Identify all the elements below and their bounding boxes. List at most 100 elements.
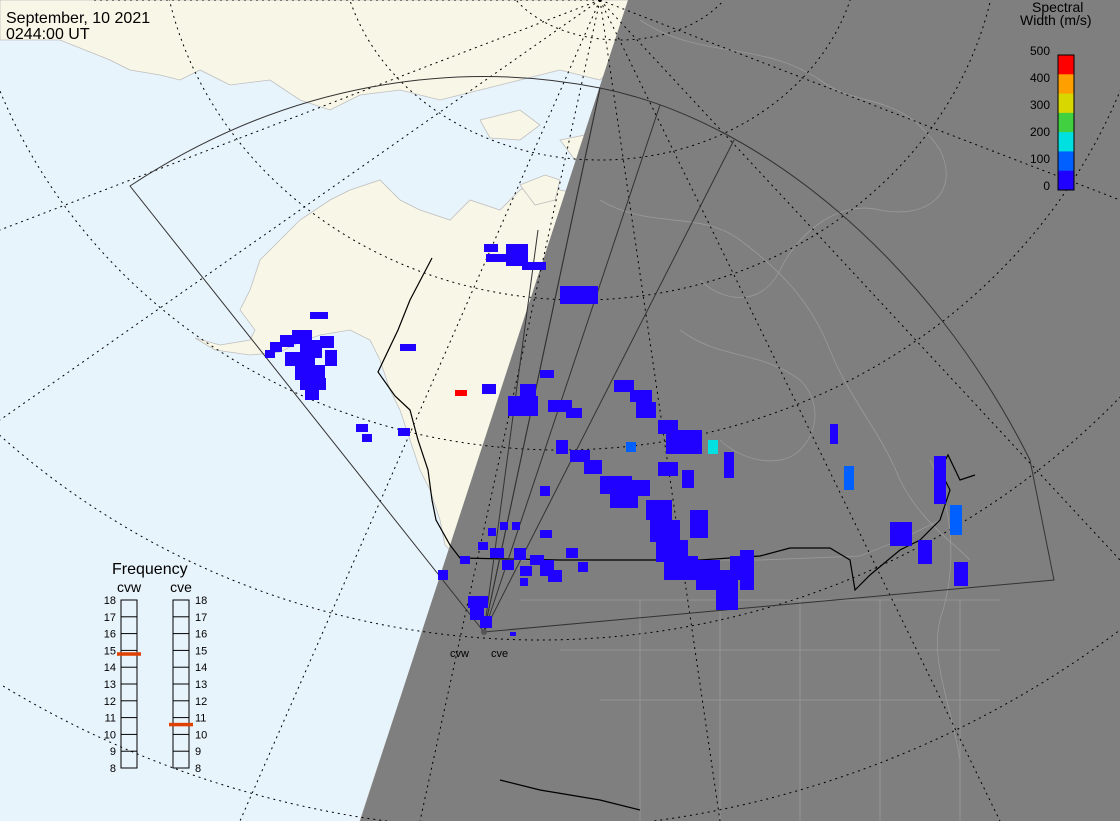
- colorbar-title-line2: Width (m/s): [1020, 12, 1092, 28]
- echo-cell: [682, 470, 694, 488]
- time-label: 0244:00 UT: [6, 26, 90, 43]
- site-label-west: cvw: [450, 648, 469, 660]
- frequency-marker: [169, 722, 193, 727]
- frequency-scale-label: 17: [195, 612, 207, 624]
- echo-cell: [480, 616, 492, 628]
- frequency-scale-label: 8: [110, 763, 116, 775]
- echo-cell: [658, 462, 678, 476]
- echo-cell: [566, 408, 582, 418]
- frequency-scale-label: 13: [195, 679, 207, 691]
- echo-cell: [830, 424, 838, 444]
- echo-cell: [490, 548, 504, 558]
- colorbar-tick-label: 500: [1030, 44, 1050, 58]
- echo-cell: [482, 384, 496, 394]
- echo-cell: [488, 528, 496, 536]
- echo-cell: [455, 390, 467, 396]
- echo-cell: [300, 378, 326, 390]
- colorbar-segment: [1058, 55, 1074, 75]
- echo-cell: [305, 390, 319, 400]
- frequency-scale-label: 13: [104, 679, 116, 691]
- echo-cell: [630, 390, 652, 402]
- echo-cell: [520, 566, 532, 576]
- colorbar-tick-label: 300: [1030, 98, 1050, 112]
- echo-cell: [510, 632, 516, 636]
- echo-cell: [512, 522, 520, 530]
- echo-cell: [560, 286, 598, 304]
- frequency-radar-label: cvw: [117, 579, 142, 595]
- frequency-scale-label: 18: [104, 595, 116, 607]
- echo-cell: [650, 520, 680, 542]
- echo-cell: [708, 440, 718, 454]
- echo-cell: [460, 556, 470, 564]
- radar-map-view: cvw cve 500 400 300 200 100 0 cvw 18 17 16 15 14 13…: [0, 0, 1120, 821]
- frequency-scale-label: 16: [104, 629, 116, 641]
- colorbar-tick-label: 400: [1030, 71, 1050, 85]
- colorbar-tick-label: 0: [1043, 179, 1050, 193]
- echo-cell: [285, 352, 315, 366]
- frequency-scale-label: 8: [195, 763, 201, 775]
- echo-cell: [950, 505, 962, 535]
- frequency-scale-label: 15: [195, 645, 207, 657]
- map-canvas: cvw cve 5004003002001000 cvw181716151413…: [0, 0, 1120, 821]
- site-label-east: cve: [491, 648, 508, 660]
- echo-cell: [664, 556, 698, 580]
- echo-cell: [325, 350, 337, 366]
- frequency-scale-label: 9: [110, 746, 116, 758]
- echo-cell: [626, 442, 636, 452]
- echo-cell: [540, 370, 554, 378]
- frequency-title: Frequency: [112, 561, 188, 578]
- echo-cell: [520, 578, 528, 586]
- echo-cell: [578, 562, 588, 572]
- frequency-scale-label: 9: [195, 746, 201, 758]
- frequency-scale-label: 12: [104, 696, 116, 708]
- echo-cell: [502, 560, 514, 570]
- frequency-scale-label: 14: [104, 662, 116, 674]
- echo-cell: [954, 562, 968, 586]
- echo-cell: [438, 570, 448, 580]
- echo-cell: [540, 530, 552, 538]
- frequency-scale-label: 17: [104, 612, 116, 624]
- echo-cell: [890, 522, 912, 546]
- colorbar-segment: [1058, 151, 1074, 172]
- colorbar-segment: [1058, 74, 1074, 95]
- echo-cell: [690, 510, 708, 538]
- echo-cell: [540, 486, 550, 496]
- frequency-scale-label: 12: [195, 696, 207, 708]
- echo-cell: [500, 522, 508, 530]
- echo-cell: [514, 548, 526, 560]
- frequency-radar-label: cve: [170, 579, 192, 595]
- echo-cell: [548, 570, 562, 582]
- echo-cell: [280, 335, 294, 347]
- echo-cell: [740, 550, 754, 590]
- echo-cell: [265, 350, 275, 358]
- frequency-marker: [117, 652, 141, 656]
- echo-cell: [584, 460, 602, 474]
- colorbar-segment: [1058, 170, 1074, 191]
- echo-cell: [666, 430, 702, 454]
- echo-cell: [362, 434, 372, 442]
- echo-cell: [522, 262, 546, 270]
- echo-cell: [400, 344, 416, 351]
- echo-cell: [486, 254, 508, 262]
- echo-cell: [398, 428, 410, 436]
- frequency-scale-label: 11: [105, 713, 116, 725]
- colorbar-segment: [1058, 93, 1074, 114]
- echo-cell: [636, 402, 656, 418]
- frequency-scale-label: 11: [195, 713, 206, 725]
- colorbar-tick-label: 200: [1030, 125, 1050, 139]
- echo-cell: [484, 244, 498, 252]
- echo-cell: [478, 542, 488, 550]
- echo-cell: [356, 424, 368, 432]
- echo-cell: [844, 466, 854, 490]
- colorbar-tick-label: 100: [1030, 152, 1050, 166]
- echo-cell: [520, 384, 536, 396]
- frequency-scale-label: 15: [104, 645, 116, 657]
- radar-site-marker: [481, 629, 487, 635]
- echo-cell: [918, 540, 932, 564]
- frequency-scale-label: 16: [195, 629, 207, 641]
- echo-cell: [295, 365, 325, 380]
- frequency-scale-label: 10: [195, 729, 207, 741]
- frequency-scale-label: 14: [195, 662, 207, 674]
- echo-cell: [320, 336, 334, 348]
- echo-cell: [934, 456, 946, 504]
